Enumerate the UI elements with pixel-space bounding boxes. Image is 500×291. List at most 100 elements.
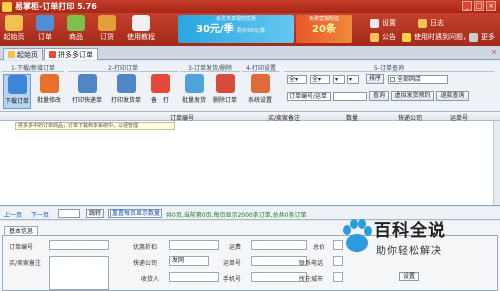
tutorial-label: 使用教程 (127, 33, 155, 41)
gear-icon (250, 74, 270, 93)
log-button[interactable]: 日志 (418, 18, 444, 28)
help-icon (402, 32, 411, 42)
products-button[interactable]: 商品 (63, 15, 89, 42)
filter-select-1[interactable]: 全▾ (287, 75, 307, 84)
receiver-field[interactable] (169, 272, 219, 282)
help-button[interactable]: 使用时遇到问题，请 (402, 32, 477, 42)
prev-page-link[interactable]: 上一页 (4, 210, 22, 219)
next-page-link[interactable]: 下一页 (31, 210, 49, 219)
pdd-tab-icon (49, 51, 56, 58)
home-tab-icon (8, 51, 15, 58)
paw-logo-icon (343, 219, 372, 252)
print-invoice-button[interactable]: 打印发货单 (107, 74, 145, 104)
grid-scrollbar[interactable] (493, 121, 500, 205)
system-settings-button[interactable]: 系统设置 (245, 74, 275, 104)
products-label: 商品 (69, 33, 83, 41)
backup-print-button[interactable]: 备 打 (146, 74, 174, 104)
print-express-label: 打印快递单 (71, 97, 102, 104)
group-print: 2-打印订单 (68, 63, 178, 72)
page-input[interactable] (58, 209, 80, 218)
tutorial-button[interactable]: 使用教程 (125, 15, 157, 42)
col-qty[interactable]: 数量 (346, 113, 358, 122)
tab-pdd-label: 拼多多订单 (58, 50, 93, 59)
products-icon (67, 15, 85, 31)
sms-small-text: 免费营销短信 (308, 16, 339, 22)
order-no-field[interactable] (49, 240, 109, 250)
sort-button[interactable]: 排序 (366, 74, 384, 84)
express-label: 快递公司 (133, 260, 158, 267)
more-label: 更多 (481, 33, 495, 41)
freight-label: 运费 (229, 244, 242, 251)
city-field[interactable] (333, 272, 343, 282)
col-remark[interactable]: 买/卖家备注 (268, 113, 300, 122)
purchase-label: 订货 (100, 33, 114, 41)
city-set-button[interactable]: 设置 (399, 272, 419, 281)
notice-label: 公告 (382, 33, 396, 41)
discount-field[interactable] (169, 240, 219, 250)
filter-select-4[interactable]: ▾ (347, 75, 359, 84)
backup-print-label: 备 打 (150, 97, 169, 104)
tab-home[interactable]: 起始页 (3, 48, 43, 60)
tab-pdd-orders[interactable]: 拼多多订单 (44, 48, 98, 60)
promo-original: 原价50元/季 (237, 28, 266, 34)
notice-tooltip: 拼多多中的订单商品，订单下载到本系统中，以便管理 (15, 122, 175, 130)
promo-banner-sms[interactable]: 免费营销短信 20条 (296, 15, 352, 43)
promo-banner-member[interactable]: 会员专享限时优惠 30元/季 原价50元/季 (178, 15, 294, 43)
home-icon (5, 15, 23, 31)
col-express[interactable]: 快递公司 (398, 113, 422, 122)
purchase-button[interactable]: 订货 (94, 15, 120, 42)
col-waybill[interactable]: 运单号 (450, 113, 468, 122)
more-button[interactable]: 更多 (469, 32, 495, 42)
batch-edit-button[interactable]: 批量修改 (34, 74, 64, 104)
close-button[interactable]: × (486, 1, 496, 11)
reset-page-size-button[interactable]: 重置每页显示数量 (110, 209, 162, 218)
minimize-button[interactable]: _ (462, 1, 472, 11)
batch-ship-button[interactable]: 批量发货 (180, 74, 208, 104)
promo-price: 30元/季 (196, 24, 234, 35)
checkbox-icon (390, 77, 395, 82)
tutorial-icon (132, 15, 150, 31)
filter-select-2[interactable]: 全▾ (310, 75, 330, 84)
virtual-ship-button[interactable]: 虚拟发货预约 (391, 91, 434, 101)
order-grid: 订单编号 买/卖家备注 数量 快递公司 运单号 拼多多中的订单商品，订单下载到本… (0, 112, 500, 206)
title-bar: 易掌柜-订单打印 5.76 _ □ × (0, 0, 500, 13)
maximize-button[interactable]: □ (474, 1, 484, 11)
express-select[interactable]: 发网 (169, 256, 209, 266)
home-button[interactable]: 起始页 (1, 15, 27, 42)
remark-field[interactable] (49, 256, 109, 290)
edit-icon (39, 74, 59, 93)
express-print-icon (77, 74, 97, 93)
settings-button[interactable]: 设置 (370, 18, 396, 28)
query-input[interactable] (333, 92, 367, 101)
log-icon (418, 18, 427, 28)
freight-field[interactable] (251, 240, 307, 250)
pager-info: 共0页,当前第0页,每页显示2000条订单,总共0条订单 (166, 212, 307, 219)
download-icon (7, 75, 27, 94)
download-orders-button[interactable]: 下载订单 (3, 74, 31, 109)
promo-small-text: 会员专享限时优惠 (215, 16, 256, 22)
receiver-label: 收货人 (141, 276, 160, 283)
tab-close-icon[interactable]: × (491, 48, 497, 56)
watermark-title: 百科全说 (374, 221, 446, 241)
tab-strip: 起始页 拼多多订单 × (0, 46, 500, 60)
notice-button[interactable]: 公告 (370, 32, 396, 42)
shop-select[interactable]: 全部网店 (388, 75, 448, 84)
filter-select-3[interactable]: ▾ (333, 75, 345, 84)
orders-button[interactable]: 订单 (32, 15, 58, 42)
main-toolbar: 起始页 订单 商品 订货 使用教程 会员专享限时优惠 30元/季 原价50元/季… (0, 13, 500, 46)
refund-query-button[interactable]: 退款查询 (436, 91, 469, 101)
print-express-button[interactable]: 打印快递单 (68, 74, 106, 104)
app-title: 易掌柜-订单打印 5.76 (15, 2, 97, 11)
field-select[interactable]: 订单编号/运单 (287, 92, 331, 101)
col-order-no[interactable]: 订单编号 (170, 113, 194, 122)
group-download: 1-下载/新增订单 (2, 63, 64, 72)
notice-icon (370, 32, 379, 42)
jump-button[interactable]: 跳转 (86, 209, 104, 218)
query-button[interactable]: 查询 (369, 91, 389, 101)
settings-label: 设置 (382, 19, 396, 27)
home-label: 起始页 (3, 33, 25, 41)
delete-label: 删除订单 (212, 97, 237, 104)
print-icon (150, 74, 170, 93)
delete-orders-button[interactable]: 删除订单 (211, 74, 239, 104)
group-ship: 3-订单发货/删除 (180, 63, 240, 72)
